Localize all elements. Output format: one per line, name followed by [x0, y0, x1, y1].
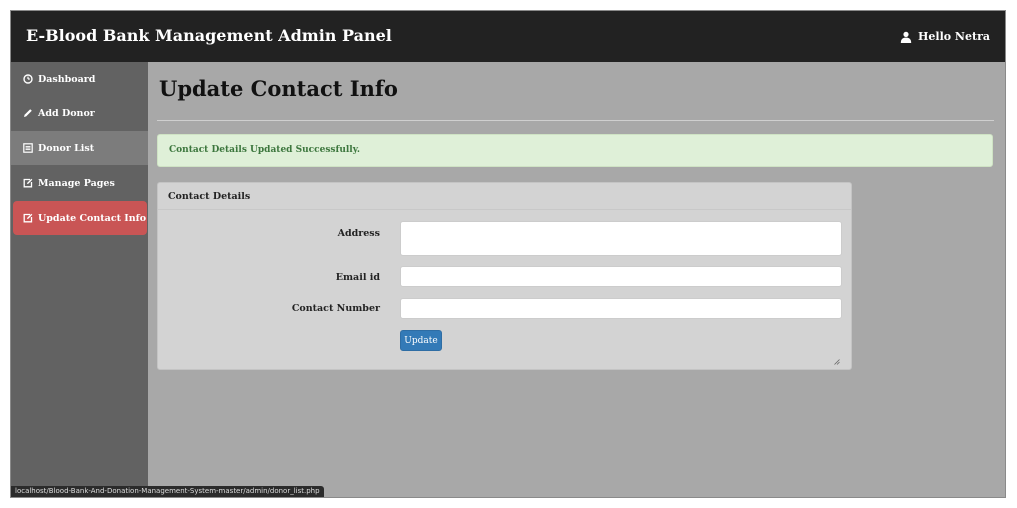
user-icon	[900, 31, 912, 43]
email-field[interactable]	[400, 266, 842, 287]
edit-icon	[23, 213, 33, 223]
resize-grip-icon[interactable]	[834, 359, 840, 365]
sidebar-item-label: Update Contact Info	[38, 212, 147, 224]
email-label: Email id	[335, 272, 380, 283]
update-button[interactable]: Update	[400, 330, 442, 351]
sidebar-item-update-contact-info[interactable]: Update Contact Info	[13, 201, 147, 235]
title-divider	[157, 120, 994, 121]
sidebar-item-label: Donor List	[38, 142, 95, 154]
status-bar-url: localhost/Blood-Bank-And-Donation-Manage…	[11, 486, 324, 497]
sidebar-item-add-donor[interactable]: Add Donor	[11, 96, 148, 130]
user-greeting: Hello Netra	[918, 30, 990, 43]
panel-heading: Contact Details	[158, 183, 851, 210]
sidebar-item-manage-pages[interactable]: Manage Pages	[11, 166, 148, 200]
top-navbar: E-Blood Bank Management Admin Panel Hell…	[11, 11, 1005, 62]
sidebar-item-dashboard[interactable]: Dashboard	[11, 62, 148, 96]
list-icon	[23, 143, 33, 153]
sidebar-item-label: Dashboard	[38, 73, 96, 85]
sidebar-item-label: Manage Pages	[38, 177, 115, 189]
main-content: Update Contact Info Contact Details Upda…	[148, 62, 1005, 497]
page-title: Update Contact Info	[159, 76, 398, 101]
browser-viewport: E-Blood Bank Management Admin Panel Hell…	[10, 10, 1006, 498]
user-menu[interactable]: Hello Netra	[900, 30, 990, 43]
edit-icon	[23, 178, 33, 188]
contact-details-panel: Contact Details Address Email id Contact…	[157, 182, 852, 370]
contact-number-field[interactable]	[400, 298, 842, 319]
dashboard-icon	[23, 74, 33, 84]
address-label: Address	[337, 228, 380, 239]
app-title[interactable]: E-Blood Bank Management Admin Panel	[26, 26, 392, 45]
sidebar-item-label: Add Donor	[38, 107, 95, 119]
address-field[interactable]	[400, 221, 842, 256]
sidebar: Dashboard Add Donor Donor List Manage Pa…	[11, 62, 148, 497]
success-alert: Contact Details Updated Successfully.	[157, 134, 993, 167]
pencil-icon	[24, 109, 32, 117]
contact-number-label: Contact Number	[291, 303, 380, 314]
sidebar-item-donor-list[interactable]: Donor List	[11, 131, 148, 165]
